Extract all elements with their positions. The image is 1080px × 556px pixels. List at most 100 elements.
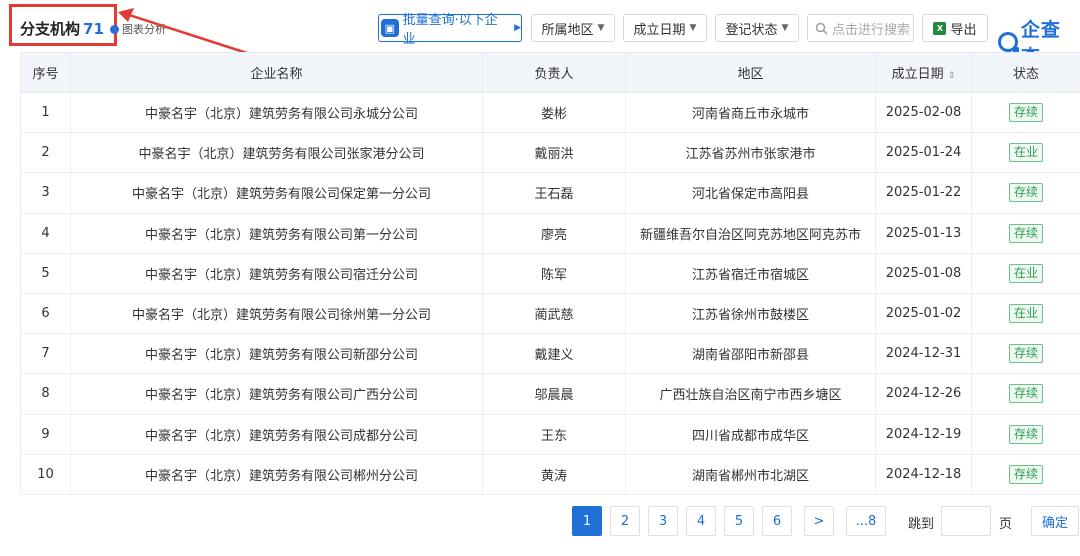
person-link[interactable]: 蔺武慈	[482, 292, 626, 335]
person-link[interactable]: 戴建义	[482, 333, 626, 375]
date-cell: 2025-01-08	[875, 252, 972, 294]
status-badge: 存续	[1008, 424, 1043, 444]
chevron-down-icon: ▼	[689, 23, 697, 33]
col-header-region: 地区	[625, 52, 876, 93]
founded-label: 成立日期	[633, 22, 686, 38]
region-label: 所属地区	[541, 22, 594, 38]
person-link[interactable]: 黄涛	[482, 453, 626, 495]
row-number: 3	[20, 172, 71, 214]
page-button-4[interactable]: 4	[686, 506, 716, 536]
date-cell: 2024-12-26	[875, 373, 972, 415]
person-link[interactable]: 王东	[482, 413, 626, 455]
next-page-button[interactable]: >	[804, 506, 834, 536]
page-unit-label: 页	[999, 517, 1013, 532]
person-link[interactable]: 娄彬	[482, 91, 626, 134]
status-badge: 在业	[1008, 143, 1043, 163]
company-link[interactable]: 中豪名宇（北京）建筑劳务有限公司郴州分公司	[70, 453, 483, 495]
company-link[interactable]: 中豪名宇（北京）建筑劳务有限公司第一分公司	[70, 212, 483, 254]
row-number: 2	[20, 132, 71, 174]
status-badge: 存续	[1008, 183, 1043, 203]
page-button-3[interactable]: 3	[648, 506, 678, 536]
reg-status-filter[interactable]: 登记状态 ▼	[715, 14, 799, 42]
sort-icon[interactable]: ⇕	[948, 71, 956, 81]
status-badge: 在业	[1008, 263, 1043, 283]
date-cell: 2024-12-19	[875, 413, 972, 455]
confirm-button[interactable]: 确定	[1031, 506, 1079, 536]
company-link[interactable]: 中豪名宇（北京）建筑劳务有限公司保定第一分公司	[70, 172, 483, 214]
status-badge: 存续	[1008, 384, 1043, 404]
person-link[interactable]: 廖亮	[482, 212, 626, 254]
chevron-down-icon: ▼	[597, 23, 605, 33]
person-link[interactable]: 王石磊	[482, 172, 626, 214]
search-placeholder: 点击进行搜索	[832, 22, 911, 38]
person-link[interactable]: 陈军	[482, 252, 626, 294]
status-cell: 存续	[971, 91, 1080, 134]
page-button-6[interactable]: 6	[762, 506, 792, 536]
jump-label: 跳到	[908, 517, 935, 532]
table-row: 6 中豪名宇（北京）建筑劳务有限公司徐州第一分公司 蔺武慈 江苏省徐州市鼓楼区 …	[20, 292, 1080, 335]
last-page-button[interactable]: ...8	[846, 506, 886, 536]
company-link[interactable]: 中豪名宇（北京）建筑劳务有限公司新邵分公司	[70, 333, 483, 375]
date-cell: 2025-02-08	[875, 91, 972, 134]
pagination: 1 2 3 4 5 6 > ...8 跳到 页 确定	[0, 506, 1080, 536]
row-number: 1	[20, 91, 71, 134]
region-cell: 新疆维吾尔自治区阿克苏地区阿克苏市	[625, 212, 876, 254]
row-number: 10	[20, 453, 71, 495]
founded-date-filter[interactable]: 成立日期 ▼	[623, 14, 707, 42]
status-cell: 存续	[971, 413, 1080, 455]
jump-page-input[interactable]	[941, 506, 991, 536]
table-row: 2 中豪名宇（北京）建筑劳务有限公司张家港分公司 戴丽洪 江苏省苏州市张家港市 …	[20, 132, 1080, 174]
page-button-2[interactable]: 2	[610, 506, 640, 536]
page-button-1[interactable]: 1	[572, 506, 602, 536]
row-number: 9	[20, 413, 71, 455]
person-link[interactable]: 戴丽洪	[482, 132, 626, 174]
qcc-logo-icon	[998, 32, 1019, 53]
date-cell: 2024-12-31	[875, 333, 972, 375]
col-header-status: 状态	[971, 52, 1080, 93]
title-text: 分支机构	[20, 20, 81, 38]
table-row: 8 中豪名宇（北京）建筑劳务有限公司广西分公司 邬晨晨 广西壮族自治区南宁市西乡…	[20, 373, 1080, 415]
status-badge: 存续	[1008, 464, 1043, 484]
date-cell: 2025-01-02	[875, 292, 972, 335]
company-link[interactable]: 中豪名宇（北京）建筑劳务有限公司宿迁分公司	[70, 252, 483, 294]
bulk-icon: ▣	[381, 19, 399, 37]
region-cell: 四川省成都市成华区	[625, 413, 876, 455]
status-cell: 存续	[971, 212, 1080, 254]
table-row: 4 中豪名宇（北京）建筑劳务有限公司第一分公司 廖亮 新疆维吾尔自治区阿克苏地区…	[20, 212, 1080, 254]
person-link[interactable]: 邬晨晨	[482, 373, 626, 415]
company-link[interactable]: 中豪名宇（北京）建筑劳务有限公司张家港分公司	[70, 132, 483, 174]
date-cell: 2024-12-18	[875, 453, 972, 495]
status-badge: 存续	[1008, 344, 1043, 364]
status-badge: 存续	[1008, 223, 1043, 243]
row-number: 7	[20, 333, 71, 375]
region-cell: 河北省保定市高阳县	[625, 172, 876, 214]
page-button-5[interactable]: 5	[724, 506, 754, 536]
bulk-query-button[interactable]: ▣ 批量查询·以下企业 ▶	[378, 13, 522, 47]
company-link[interactable]: 中豪名宇（北京）建筑劳务有限公司成都分公司	[70, 413, 483, 455]
row-number: 6	[20, 292, 71, 335]
region-cell: 江苏省徐州市鼓楼区	[625, 292, 876, 335]
company-link[interactable]: 中豪名宇（北京）建筑劳务有限公司徐州第一分公司	[70, 292, 483, 335]
table-row: 1 中豪名宇（北京）建筑劳务有限公司永城分公司 娄彬 河南省商丘市永城市 202…	[20, 91, 1080, 134]
status-cell: 存续	[971, 453, 1080, 495]
status-cell: 在业	[971, 292, 1080, 335]
status-cell: 存续	[971, 172, 1080, 214]
company-link[interactable]: 中豪名宇（北京）建筑劳务有限公司广西分公司	[70, 373, 483, 415]
region-cell: 湖南省邵阳市新邵县	[625, 333, 876, 375]
status-cell: 在业	[971, 252, 1080, 294]
export-label: 导出	[950, 22, 977, 38]
date-cell: 2025-01-22	[875, 172, 972, 214]
status-badge: 存续	[1008, 103, 1043, 123]
export-button[interactable]: X 导出	[922, 14, 988, 42]
company-link[interactable]: 中豪名宇（北京）建筑劳务有限公司永城分公司	[70, 91, 483, 134]
play-icon: ▶	[514, 23, 521, 33]
row-number: 8	[20, 373, 71, 415]
col-header-person: 负责人	[482, 52, 626, 93]
row-number: 4	[20, 212, 71, 254]
excel-icon: X	[933, 21, 947, 35]
status-cell: 存续	[971, 333, 1080, 375]
col-header-date[interactable]: 成立日期 ⇕	[875, 52, 972, 93]
region-filter[interactable]: 所属地区 ▼	[531, 14, 615, 42]
search-input[interactable]: 点击进行搜索	[807, 14, 914, 42]
table-header-row: 序号 企业名称 负责人 地区 成立日期 ⇕ 状态	[20, 52, 1080, 93]
